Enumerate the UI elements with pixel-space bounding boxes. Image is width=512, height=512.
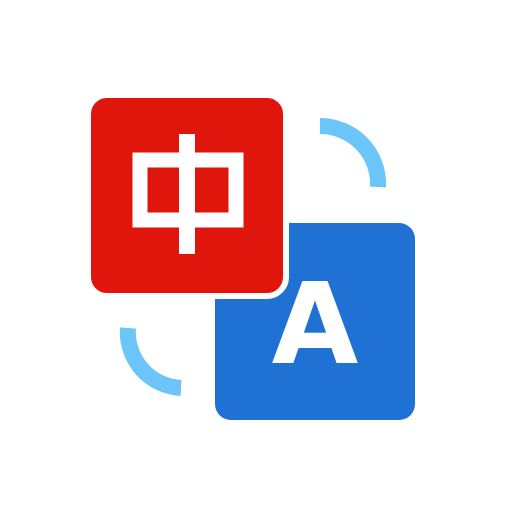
chinese-zhong-glyph: 中 [132,134,244,254]
source-language-tile: 中 [85,92,289,299]
top-right-arc [319,117,387,188]
translate-app-icon: A 中 [0,0,512,512]
bottom-left-arc [119,327,182,396]
